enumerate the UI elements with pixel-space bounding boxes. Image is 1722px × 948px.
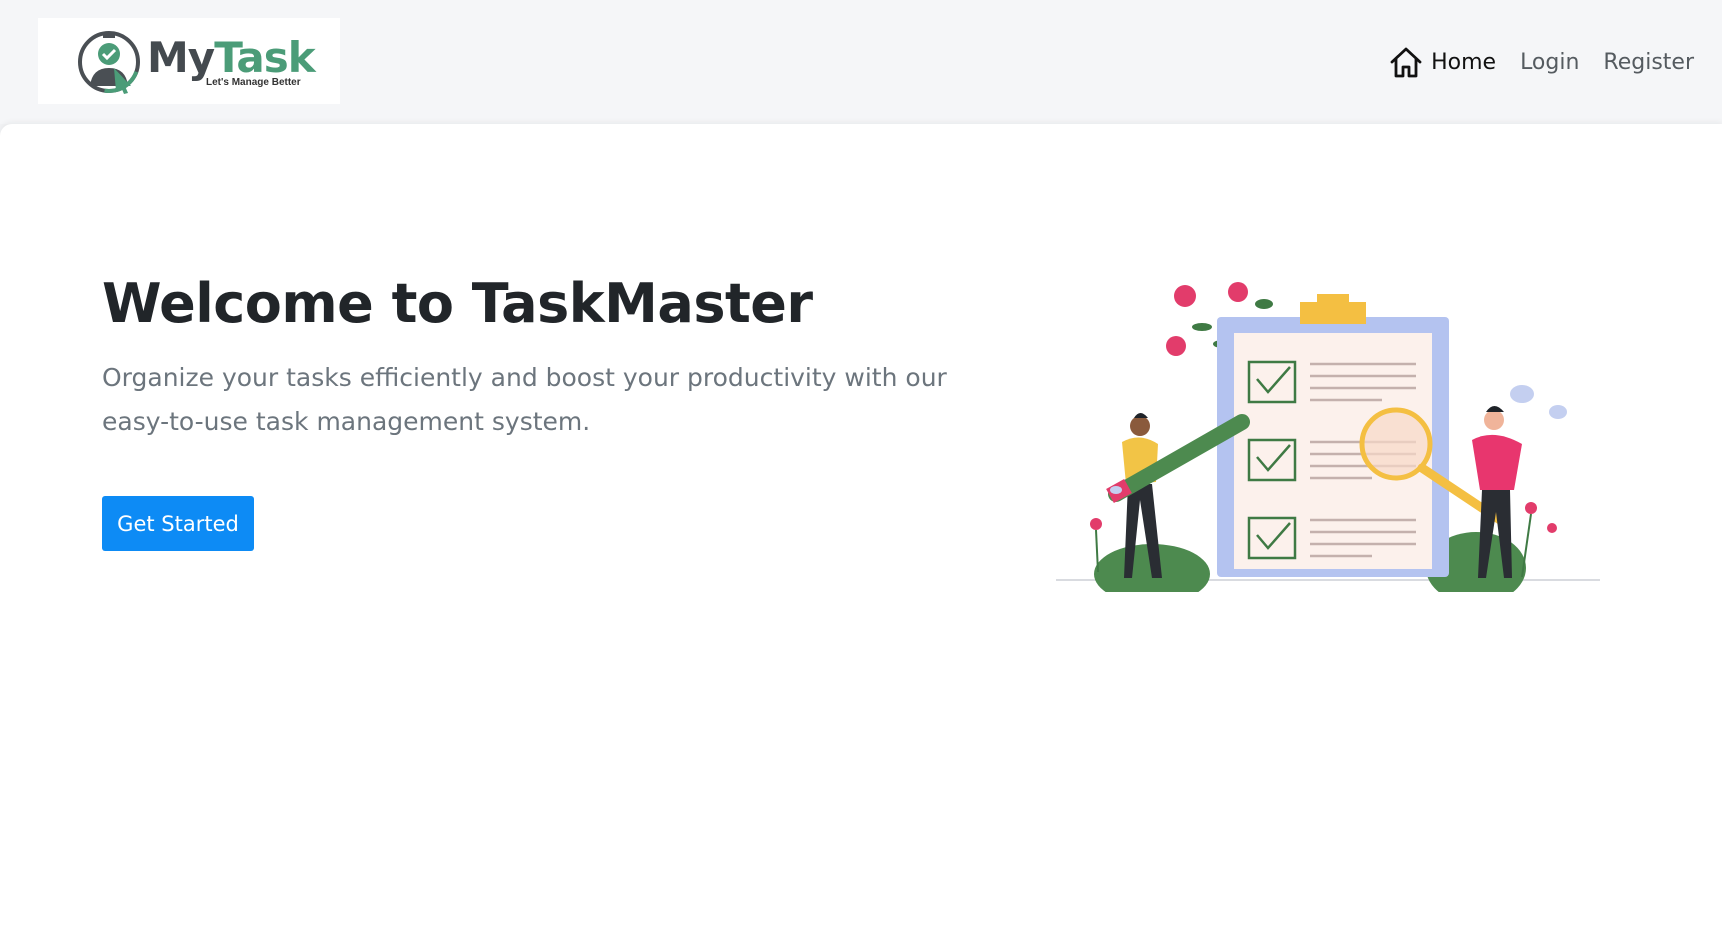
brand-tagline: Let's Manage Better <box>206 77 301 88</box>
hero-subtitle: Organize your tasks efficiently and boos… <box>102 363 947 436</box>
get-started-button[interactable]: Get Started <box>102 496 254 551</box>
brand-name-task: Task <box>214 33 316 82</box>
nav-home-link[interactable]: Home <box>1389 45 1496 79</box>
nav-home-label: Home <box>1431 49 1497 75</box>
brand-logo[interactable]: MyTask Let's Manage Better <box>38 18 340 104</box>
main-content: Welcome to TaskMaster Organize your task… <box>0 124 1722 948</box>
top-navbar: MyTask Let's Manage Better Home Login Re… <box>0 0 1722 124</box>
brand-name: MyTask <box>147 33 316 82</box>
brand-name-my: My <box>147 33 215 82</box>
hero-title: Welcome to TaskMaster <box>102 272 813 335</box>
nav-register-link[interactable]: Register <box>1603 50 1694 75</box>
home-icon <box>1390 47 1422 78</box>
logo-icon <box>78 31 140 94</box>
main-nav: Home Login Register <box>1389 40 1694 84</box>
nav-login-link[interactable]: Login <box>1520 50 1579 75</box>
task-checklist-illustration <box>1056 282 1600 592</box>
